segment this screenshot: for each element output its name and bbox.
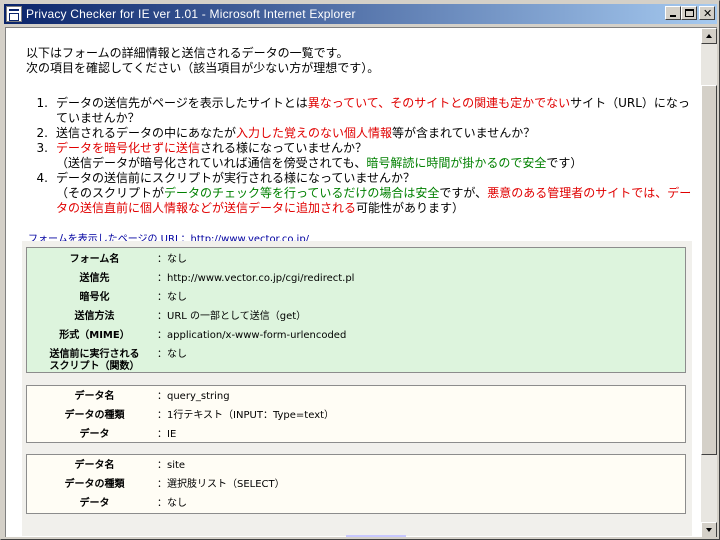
browser-window: Privacy Checker for IE ver 1.01 - Micros…	[0, 0, 720, 540]
data-item-value: query_string	[157, 391, 230, 403]
form-info-label-line: 送信前に実行される	[49, 349, 140, 360]
window-title: Privacy Checker for IE ver 1.01 - Micros…	[26, 7, 356, 21]
form-info-label: 暗号化	[79, 292, 110, 303]
form-info-box: フォーム名なし 送信先http://www.vector.co.jp/cgi/r…	[26, 247, 686, 373]
data-item-value: IE	[157, 429, 176, 441]
question-number: 3.	[36, 141, 48, 155]
question-text: 送信されるデータの中にあなたが入力した覚えのない個人情報等が含まれていませんか？	[56, 126, 694, 141]
minimize-icon	[670, 15, 676, 17]
data-item-box: データ名 site データの種類 選択肢リスト（SELECT） データ なし	[26, 454, 686, 514]
arrow-up-icon	[706, 34, 712, 38]
arrow-down-icon	[706, 528, 712, 532]
next-item-hint	[346, 535, 406, 537]
data-item-value: 1行テキスト（INPUT：Type=text）	[157, 410, 334, 422]
question-text-part: される様になっていませんか？	[200, 141, 368, 155]
data-item-value: 選択肢リスト（SELECT）	[157, 479, 285, 491]
close-icon: ✕	[703, 7, 713, 20]
data-item-value: なし	[157, 498, 187, 510]
data-item-label: データ	[79, 429, 110, 440]
form-info-label: 形式（MIME）	[59, 330, 130, 341]
form-info-label-line: スクリプト（関数）	[49, 361, 140, 372]
question-text-part: 等が含まれていませんか？	[392, 126, 536, 140]
vertical-scrollbar[interactable]	[701, 28, 717, 537]
question-text-part: データの送信前にスクリプトが実行される様になっていませんか？	[56, 171, 416, 185]
intro-text: 以下はフォームの詳細情報と送信されるデータの一覧です。 次の項目を確認してくださ…	[26, 46, 379, 76]
question-text-part: 送信されるデータの中にあなたが	[56, 126, 237, 140]
check-questions-list: 1. データの送信先がページを表示したサイトとは異なっていて、そのサイトとの関連…	[24, 96, 694, 216]
form-info-value: http://www.vector.co.jp/cgi/redirect.pl	[157, 273, 354, 285]
question-highlight: 異なっていて、そのサイトとの関連も定かでない	[307, 96, 571, 110]
form-info-value: なし	[157, 254, 187, 266]
data-item-box: データ名 query_string データの種類 1行テキスト（INPUT：Type…	[26, 385, 686, 443]
intro-line-1: 以下はフォームの詳細情報と送信されるデータの一覧です。	[26, 46, 349, 60]
question-note: 可能性があります）	[356, 201, 465, 215]
question-item: 4. データの送信前にスクリプトが実行される様になっていませんか？ （そのスクリプ…	[24, 171, 694, 216]
form-info-value: なし	[157, 349, 187, 361]
data-item-label: データ	[79, 498, 110, 509]
question-note: です）	[546, 156, 583, 170]
close-button[interactable]: ✕	[699, 6, 715, 20]
form-info-label: 送信前に実行される スクリプト（関数）	[27, 349, 162, 373]
question-item: 1. データの送信先がページを表示したサイトとは異なっていて、そのサイトとの関連…	[24, 96, 694, 126]
question-safe-note: 暗号解読に時間が掛かるので安全	[366, 156, 547, 170]
title-bar[interactable]: Privacy Checker for IE ver 1.01 - Micros…	[4, 4, 717, 24]
form-info-label: フォーム名	[69, 254, 120, 265]
data-item-label: データ名	[74, 460, 115, 471]
page-body: 以下はフォームの詳細情報と送信されるデータの一覧です。 次の項目を確認してくださ…	[6, 28, 701, 537]
form-info-label: 送信方法	[74, 311, 115, 322]
maximize-button[interactable]	[681, 6, 697, 20]
scroll-down-button[interactable]	[701, 522, 717, 537]
intro-line-2: 次の項目を確認してください（該当項目が少ない方が理想です）。	[26, 61, 380, 75]
data-item-value: site	[157, 460, 185, 472]
question-item: 3. データを暗号化せずに送信される様になっていませんか？ （送信データが暗号化さ…	[24, 141, 694, 171]
question-text: データの送信前にスクリプトが実行される様になっていませんか？ （そのスクリプトがデ…	[56, 171, 694, 216]
question-item: 2. 送信されるデータの中にあなたが入力した覚えのない個人情報等が含まれていませ…	[24, 126, 694, 141]
scroll-up-button[interactable]	[701, 28, 717, 44]
question-note: ですが、	[439, 186, 488, 200]
question-note: （そのスクリプトが	[56, 186, 165, 200]
ie-page-icon	[6, 6, 22, 22]
form-info-label: 送信先	[79, 273, 110, 284]
maximize-icon	[685, 9, 694, 17]
data-item-label: データ名	[74, 391, 115, 402]
question-number: 1.	[36, 96, 48, 110]
question-number: 2.	[36, 126, 48, 140]
question-text: データを暗号化せずに送信される様になっていませんか？ （送信データが暗号化されてい…	[56, 141, 694, 171]
form-info-value: application/x-www-form-urlencoded	[157, 330, 346, 342]
question-text: データの送信先がページを表示したサイトとは異なっていて、そのサイトとの関連も定か…	[56, 96, 694, 126]
page-content-area: 以下はフォームの詳細情報と送信されるデータの一覧です。 次の項目を確認してくださ…	[5, 27, 717, 537]
form-info-value: URL の一部として送信（get）	[157, 311, 306, 323]
data-item-label: データの種類	[64, 479, 125, 490]
question-highlight: 入力した覚えのない個人情報	[236, 126, 393, 140]
scroll-thumb[interactable]	[701, 85, 717, 455]
form-info-value: なし	[157, 292, 187, 304]
question-safe-note: データのチェック等を行っているだけの場合は安全	[164, 186, 440, 200]
question-note: （送信データが暗号化されていれば通信を傍受されても、	[56, 156, 367, 170]
minimize-button[interactable]	[665, 6, 681, 20]
question-number: 4.	[36, 171, 48, 185]
question-highlight: データを暗号化せずに送信	[56, 141, 201, 155]
question-text-part: データの送信先がページを表示したサイトとは	[56, 96, 308, 110]
data-item-label: データの種類	[64, 410, 125, 421]
